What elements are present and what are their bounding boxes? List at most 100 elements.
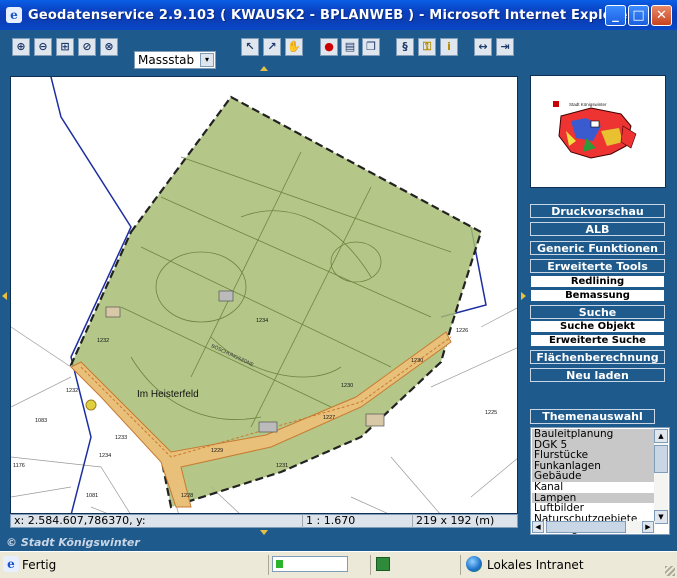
scroll-up-icon[interactable]: ▲ [654, 429, 668, 443]
security-zone-icon [376, 557, 390, 571]
copyright-text: © Stadt Königswinter [6, 536, 140, 549]
list-item[interactable]: Kanal [532, 482, 654, 493]
erweiterte-suche-button[interactable]: Erweiterte Suche [530, 334, 665, 347]
flaechenberechnung-button[interactable]: Flächenberechnung [530, 350, 665, 364]
parcel-number: 1176 [13, 463, 25, 469]
hscroll-thumb[interactable] [546, 521, 626, 533]
scroll-left-icon[interactable]: ◀ [532, 521, 544, 533]
horizontal-scrollbar[interactable]: ◀ ▶ [532, 521, 655, 533]
divider [370, 555, 371, 575]
parcel-number: 1229 [211, 448, 223, 454]
parcel-number: 1232 [66, 388, 78, 394]
pan-north-arrow-icon[interactable] [260, 66, 268, 71]
scroll-right-icon[interactable]: ▶ [642, 521, 654, 533]
zone-label: Lokales Intranet [487, 558, 584, 572]
list-item[interactable]: Luftbilder [532, 503, 654, 514]
map-toolbar: ⊕ ⊖ ⊞ ⊘ ⊗ ↖ ↗ ✋ ● ▤ ❐ § ⚿ i ↔ ⇥ Massstab… [10, 36, 518, 72]
coordinate-bar: x: 2.584.607,786370, y: 1 : 1.670 219 x … [10, 514, 518, 528]
scroll-down-icon[interactable]: ▼ [654, 510, 668, 524]
app-frame: ⊕ ⊖ ⊞ ⊘ ⊗ ↖ ↗ ✋ ● ▤ ❐ § ⚿ i ↔ ⇥ Massstab… [0, 30, 677, 551]
list-item[interactable]: Lampen [532, 492, 654, 504]
stop-icon[interactable]: ● [320, 38, 338, 56]
map-canvas[interactable]: Im Heisterfeld BÖSCHUNGSZONE 1234 1232 1… [10, 76, 518, 514]
zoom-box-icon[interactable]: ⊞ [56, 38, 74, 56]
select-info-icon[interactable]: ↗ [263, 38, 281, 56]
info-icon[interactable]: i [440, 38, 458, 56]
close-button[interactable]: ✕ [651, 5, 672, 26]
parcel-number: 1233 [115, 435, 127, 441]
parcel-number: 1234 [256, 318, 268, 324]
vertical-scrollbar[interactable]: ▲ ▼ [654, 429, 668, 524]
map-svg: Im Heisterfeld BÖSCHUNGSZONE 1234 1232 1… [11, 77, 517, 513]
plan-area[interactable] [69, 95, 483, 509]
erweiterte-tools-button[interactable]: Erweiterte Tools [530, 259, 665, 273]
parcel-number: 1081 [86, 493, 98, 499]
alb-button[interactable]: ALB [530, 222, 665, 236]
zoom-full-icon[interactable]: ⊗ [100, 38, 118, 56]
list-item[interactable]: Gebäude [532, 471, 654, 482]
extent-readout: 219 x 192 (m) [416, 514, 495, 527]
massstab-label: Massstab [138, 53, 195, 67]
key-icon[interactable]: ⚿ [418, 38, 436, 56]
pan-west-arrow-icon[interactable] [2, 292, 7, 300]
pan-hand-icon[interactable]: ✋ [285, 38, 303, 56]
neu-laden-button[interactable]: Neu laden [530, 368, 665, 382]
copy-icon[interactable]: ❐ [362, 38, 380, 56]
title-bar: e Geodatenservice 2.9.103 ( KWAUSK2 - BP… [0, 0, 677, 30]
ie-page-icon: e [3, 556, 19, 572]
parcel-number: 1234 [99, 453, 111, 459]
parcel-number: 1227 [323, 415, 335, 421]
maximize-button[interactable]: □ [628, 5, 649, 26]
place-label: Im Heisterfeld [137, 389, 199, 400]
scale-readout: 1 : 1.670 [303, 514, 413, 528]
list-item[interactable]: Bauleitplanung [532, 429, 654, 440]
document-icon[interactable]: ▤ [341, 38, 359, 56]
zoom-out-icon[interactable]: ⊖ [34, 38, 52, 56]
resize-grip-icon[interactable] [665, 566, 675, 576]
select-arrow-icon[interactable]: ↖ [241, 38, 259, 56]
minimize-button[interactable]: _ [605, 5, 626, 26]
parcel-number: 1230 [411, 358, 423, 364]
globe-icon [466, 556, 482, 572]
coordinate-readout: x: 2.584.607,786370, y: [11, 514, 303, 528]
list-item[interactable]: DGK 5 [532, 439, 654, 451]
pan-south-arrow-icon[interactable] [260, 530, 268, 535]
themes-listbox[interactable]: Bauleitplanung DGK 5 Flurstücke Funkanla… [530, 427, 670, 535]
overview-title: Stadt Königswinter [569, 102, 607, 107]
status-text: Fertig [22, 558, 57, 572]
themes-list: Bauleitplanung DGK 5 Flurstücke Funkanla… [532, 429, 654, 534]
bemassung-button[interactable]: Bemassung [530, 289, 665, 302]
ie-logo-icon: e [6, 7, 22, 23]
parcel-number: 1230 [341, 383, 353, 389]
parcel-number: 1083 [35, 418, 47, 424]
parcel-number: 1225 [485, 410, 497, 416]
overview-map[interactable]: Stadt Königswinter [530, 75, 666, 188]
measure-icon[interactable]: ↔ [474, 38, 492, 56]
paragraph-icon[interactable]: § [396, 38, 414, 56]
status-bar: e Fertig Lokales Intranet [0, 551, 677, 578]
parcel-number: 1231 [276, 463, 288, 469]
scroll-thumb[interactable] [654, 445, 668, 473]
themenauswahl-header: Themenauswahl [530, 409, 655, 424]
progress-bar [272, 556, 348, 572]
window-title: Geodatenservice 2.9.103 ( KWAUSK2 - BPLA… [28, 7, 635, 23]
pan-east-arrow-icon[interactable] [521, 292, 526, 300]
suche-button[interactable]: Suche [530, 305, 665, 319]
zoom-previous-icon[interactable]: ⊘ [78, 38, 96, 56]
druckvorschau-button[interactable]: Druckvorschau [530, 204, 665, 218]
massstab-select[interactable]: Massstab ▾ [134, 51, 216, 69]
zoom-in-icon[interactable]: ⊕ [12, 38, 30, 56]
export-icon[interactable]: ⇥ [496, 38, 514, 56]
parcel-number: 1232 [97, 338, 109, 344]
list-item[interactable]: Funkanlagen [532, 460, 654, 472]
redlining-button[interactable]: Redlining [530, 275, 665, 288]
chevron-down-icon[interactable]: ▾ [200, 53, 214, 67]
divider [460, 555, 461, 575]
progress-fill [276, 560, 283, 568]
divider [268, 555, 269, 575]
suche-objekt-button[interactable]: Suche Objekt [530, 320, 665, 333]
list-item[interactable]: Flurstücke [532, 450, 654, 461]
overview-svg: Stadt Königswinter [553, 101, 637, 159]
generic-funktionen-button[interactable]: Generic Funktionen [530, 241, 665, 255]
parcel-number: 1226 [456, 328, 468, 334]
